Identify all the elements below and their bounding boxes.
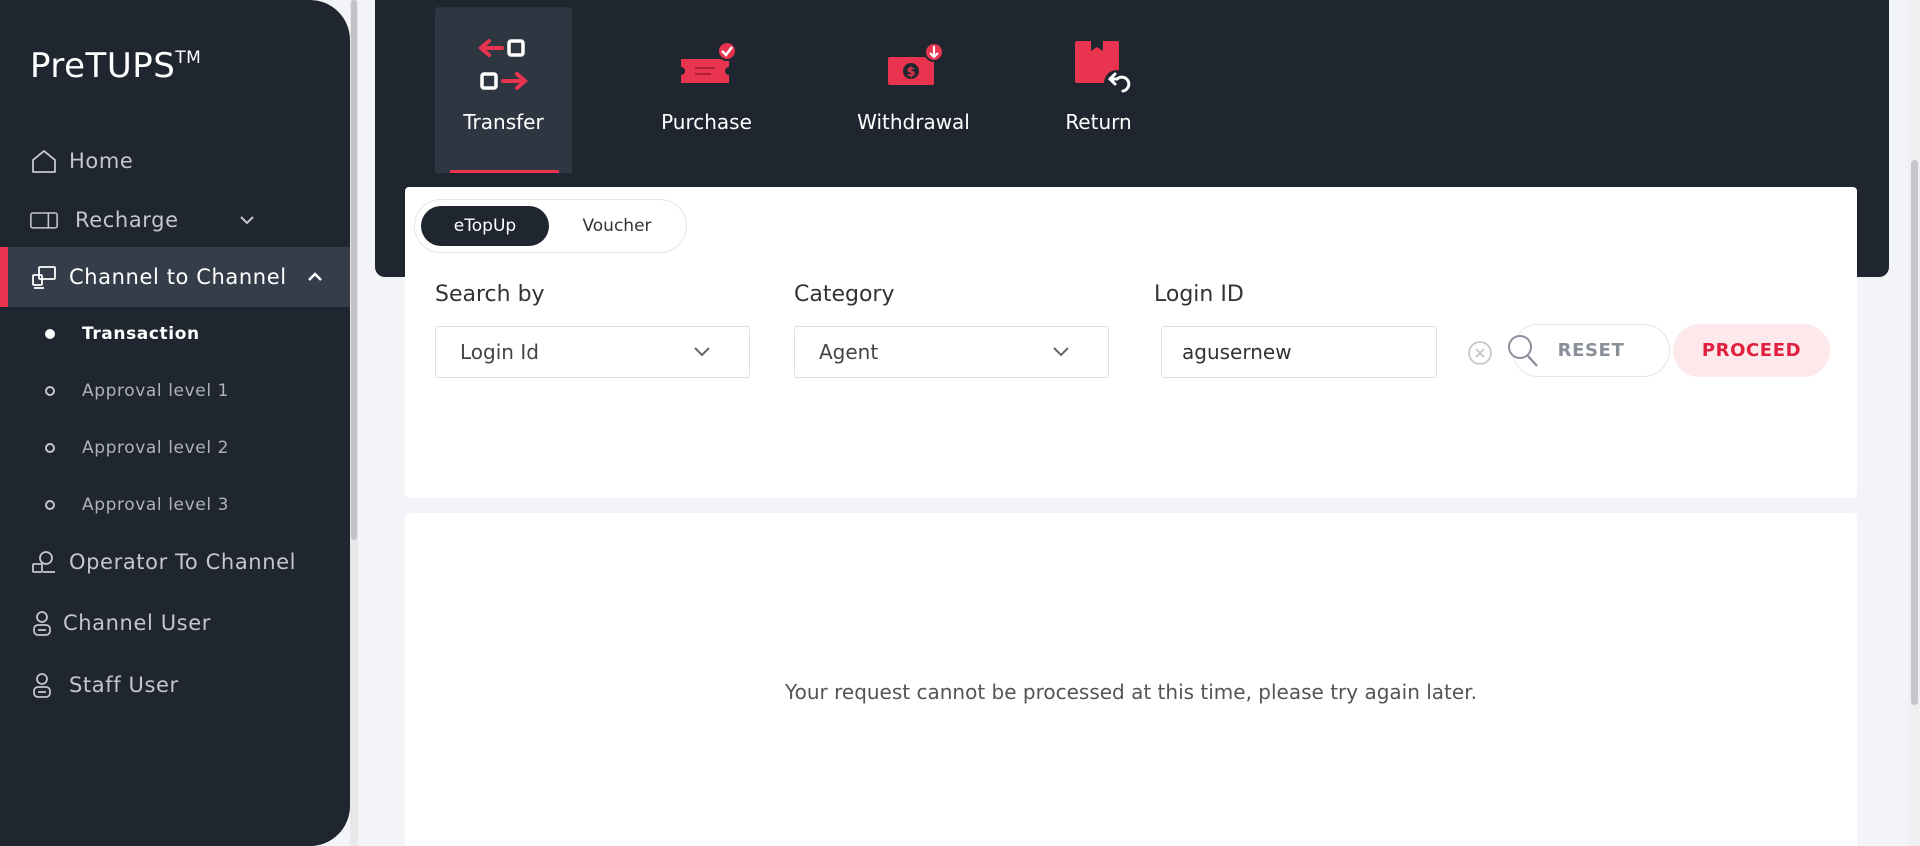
user-icon — [33, 611, 51, 636]
result-card: Your request cannot be processed at this… — [405, 513, 1857, 846]
login-id-input[interactable] — [1161, 326, 1437, 378]
search-by-label: Search by — [435, 282, 545, 307]
sidebar-subitem-approval-2[interactable]: Approval level 2 — [0, 428, 350, 468]
sidebar-scrollbar[interactable] — [350, 0, 358, 846]
product-type-toggle: eTopUp Voucher — [414, 199, 687, 253]
withdrawal-icon: $ — [887, 42, 944, 85]
sidebar-item-label: Home — [69, 149, 134, 173]
chevron-down-icon[interactable] — [237, 210, 257, 230]
chevron-up-icon[interactable] — [305, 267, 325, 287]
clear-icon[interactable] — [1467, 340, 1493, 366]
bullet-icon — [45, 500, 55, 510]
tab-return[interactable]: Return — [1030, 7, 1167, 173]
search-icon[interactable] — [1505, 332, 1541, 370]
svg-text:$: $ — [906, 65, 915, 80]
login-id-label: Login ID — [1154, 282, 1244, 307]
proceed-button[interactable]: PROCEED — [1673, 324, 1830, 377]
bullet-icon — [45, 329, 55, 339]
tab-label: Return — [1065, 110, 1132, 134]
staff-icon — [33, 673, 51, 698]
tab-purchase[interactable]: Purchase — [638, 7, 775, 173]
sidebar-item-label: Channel User — [63, 611, 211, 635]
home-icon — [32, 150, 56, 173]
sidebar-item-label: Staff User — [69, 673, 179, 697]
tab-active-underline — [450, 170, 559, 173]
sidebar-item-label: Operator To Channel — [69, 550, 297, 574]
sidebar-subitem-label: Transaction — [82, 324, 200, 344]
tab-withdrawal[interactable]: $ Withdrawal — [845, 7, 982, 173]
sidebar-item-home[interactable]: Home — [0, 131, 350, 191]
sidebar-item-recharge[interactable]: Recharge — [0, 190, 350, 250]
sidebar-item-operator-to-channel[interactable]: Operator To Channel — [0, 532, 350, 592]
sidebar-subitem-approval-1[interactable]: Approval level 1 — [0, 371, 350, 411]
search-form-card: eTopUp Voucher Search by Login Id Catego… — [405, 187, 1857, 498]
sidebar-subitem-label: Approval level 2 — [82, 438, 230, 458]
chevron-down-icon — [1053, 347, 1069, 357]
ticket-icon — [30, 212, 58, 229]
tab-label: Purchase — [661, 110, 752, 134]
page-scrollbar[interactable] — [1908, 0, 1920, 846]
toggle-voucher[interactable]: Voucher — [555, 206, 679, 246]
sidebar-item-label: Channel to Channel — [69, 265, 287, 289]
sidebar-item-channel-to-channel[interactable]: Channel to Channel — [0, 247, 350, 307]
category-select[interactable]: Agent — [794, 326, 1109, 378]
sidebar: PreTUPSTM Home Recharge Channel to Chann… — [0, 0, 350, 846]
tab-label: Withdrawal — [857, 110, 970, 134]
purchase-icon — [680, 41, 737, 83]
chevron-down-icon — [694, 347, 710, 357]
category-value: Agent — [819, 340, 879, 364]
sidebar-item-channel-user[interactable]: Channel User — [0, 593, 350, 653]
search-by-select[interactable]: Login Id — [435, 326, 750, 378]
active-indicator — [0, 247, 8, 307]
sidebar-subitem-label: Approval level 1 — [82, 381, 230, 401]
page-scroll-thumb[interactable] — [1911, 160, 1918, 705]
operator-icon — [32, 551, 55, 573]
brand-logo: PreTUPSTM — [30, 46, 202, 86]
toggle-etopup[interactable]: eTopUp — [421, 206, 549, 246]
return-icon — [1074, 41, 1130, 93]
transfer-icon — [477, 39, 528, 90]
category-label: Category — [794, 282, 895, 307]
sidebar-item-label: Recharge — [75, 208, 179, 232]
sidebar-item-staff-user[interactable]: Staff User — [0, 655, 350, 715]
tab-label: Transfer — [463, 110, 544, 134]
sidebar-subitem-approval-3[interactable]: Approval level 3 — [0, 485, 350, 525]
search-by-value: Login Id — [460, 340, 539, 364]
channel-transfer-icon — [32, 266, 56, 289]
bullet-icon — [45, 386, 55, 396]
bullet-icon — [45, 443, 55, 453]
sidebar-scroll-thumb[interactable] — [351, 0, 357, 540]
sidebar-subitem-label: Approval level 3 — [82, 495, 230, 515]
tab-transfer[interactable]: Transfer — [435, 7, 572, 173]
error-message: Your request cannot be processed at this… — [785, 680, 1477, 704]
sidebar-subitem-transaction[interactable]: Transaction — [0, 314, 350, 354]
